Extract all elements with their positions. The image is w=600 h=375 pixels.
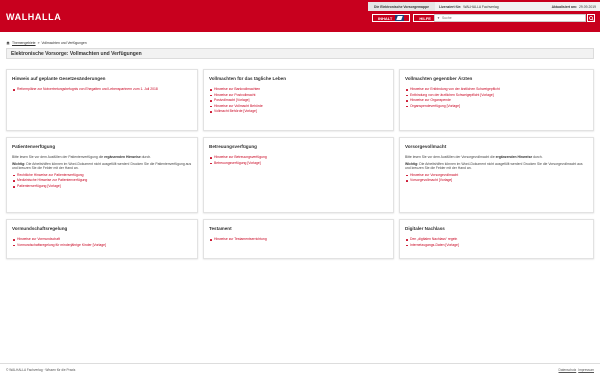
impressum-link[interactable]: Impressum — [578, 368, 594, 372]
update-info: Aktualisiert am: 29.09.2019 — [552, 5, 600, 9]
link[interactable]: Vollmacht Behörde [Vorlage] — [214, 109, 257, 113]
page-title: Elektronische Vorsorge: Vollmachten und … — [6, 48, 594, 59]
list-item[interactable]: Hinweise zur Testamentserrichtung — [209, 237, 388, 243]
link[interactable]: Betreuungsverfügung [Vorlage] — [214, 161, 261, 165]
important-note: Wichtig: Die Arbeitshilfen können im Wor… — [12, 161, 192, 171]
intro-text: Bitte lesen Sie vor dem Ausfüllen der Vo… — [405, 155, 543, 159]
card-title: Vormundschaftsregelung — [12, 226, 68, 231]
search-icon — [588, 15, 594, 21]
link[interactable]: Medizinische Hinweise zur Patientenverfü… — [17, 178, 87, 182]
list-item[interactable]: Internetzugangs-Daten [Vorlage] — [405, 243, 588, 249]
link[interactable]: Postvollmacht [Vorlage] — [214, 98, 249, 102]
link[interactable]: Internetzugangs-Daten [Vorlage] — [410, 243, 459, 247]
update-value: 29.09.2019 — [579, 4, 596, 9]
product-name: Die Elektronische Vorsorgemappe — [368, 2, 435, 11]
footer: © WALHALLA Fachverlag · Wissen für die P… — [0, 363, 600, 375]
card-vollmachten-alltag: Vollmachten für das tägliche Leben Hinwe… — [203, 69, 394, 131]
walhalla-logo[interactable]: WALHALLA — [6, 12, 61, 22]
card-title: Vorsorgevollmacht — [405, 144, 447, 149]
card-vormundschaftsregelung: Vormundschaftsregelung Hinweise zur Vorm… — [6, 219, 198, 259]
breadcrumb: Themengebiete » Vollmachten und Verfügun… — [6, 41, 87, 45]
info-strip: Die Elektronische Vorsorgemappe Lizenzie… — [368, 2, 600, 11]
link-list: Hinweise zur Betreuungsverfügung Betreuu… — [209, 155, 388, 166]
top-header: WALHALLA Die Elektronische Vorsorgemappe… — [0, 0, 600, 32]
link[interactable]: Entbindung von der ärztlichen Schweigepf… — [410, 93, 494, 97]
copyright: © WALHALLA Fachverlag · Wissen für die P… — [6, 368, 76, 372]
breadcrumb-current: Vollmachten und Verfügungen — [41, 41, 87, 45]
link[interactable]: Hinweise zur Organspende — [410, 98, 451, 102]
link-list: Den „digitalen Nachlass“ regeln Internet… — [405, 237, 588, 248]
link[interactable]: Hinweise zur Vorsorgevollmacht — [410, 173, 458, 177]
link[interactable]: Patientenverfügung [Vorlage] — [17, 184, 61, 188]
card-title: Testament — [209, 226, 232, 231]
list-item[interactable]: Betreuungsverfügung [Vorlage] — [209, 161, 388, 167]
card-testament: Testament Hinweise zur Testamentserricht… — [203, 219, 394, 259]
list-item[interactable]: Reformpläne zur Notvertretungsbefugnis v… — [12, 87, 192, 93]
card-title: Vollmachten gegenüber Ärzten — [405, 76, 473, 81]
license-info: Lizenziert für: WALHALLA Fachverlag — [435, 5, 503, 9]
link[interactable]: Organspendeverfügung [Vorlage] — [410, 104, 460, 108]
link[interactable]: Vormundschaftsregelung für minderjährige… — [17, 243, 106, 247]
list-item[interactable]: Vollmacht Behörde [Vorlage] — [209, 109, 388, 115]
search-button[interactable] — [587, 14, 595, 22]
datenschutz-link[interactable]: Datenschutz — [559, 368, 577, 372]
card-title: Hinweis auf geplante Gesetzesänderungen — [12, 76, 106, 81]
link[interactable]: Reformpläne zur Notvertretungsbefugnis v… — [17, 87, 158, 91]
card-patientenverfuegung: Patientenverfügung Bitte lesen Sie vor d… — [6, 137, 198, 213]
hilfe-label: HILFE — [419, 15, 431, 21]
link-list: Hinweise zur Testamentserrichtung — [209, 237, 388, 243]
list-item[interactable]: Patientenverfügung [Vorlage] — [12, 184, 192, 190]
link[interactable]: Vorsorgevollmacht [Vorlage] — [410, 178, 452, 182]
list-item[interactable]: Organspendeverfügung [Vorlage] — [405, 104, 588, 110]
link[interactable]: Den „digitalen Nachlass“ regeln — [410, 237, 457, 241]
link[interactable]: Hinweise zur Betreuungsverfügung — [214, 155, 267, 159]
list-item[interactable]: Vormundschaftsregelung für minderjährige… — [12, 243, 192, 249]
license-value: WALHALLA Fachverlag — [463, 4, 499, 9]
important-note: Wichtig: Die Arbeitshilfen können im Wor… — [405, 161, 583, 171]
footer-links: Datenschutz Impressum — [559, 368, 594, 372]
link[interactable]: Hinweise zur Bankvollmachten — [214, 87, 260, 91]
card-digitaler-nachlass: Digitaler Nachlass Den „digitalen Nachla… — [399, 219, 594, 259]
book-icon — [395, 15, 405, 21]
card-betreuungsverfuegung: Betreuungsverfügung Hinweise zur Betreuu… — [203, 137, 394, 213]
card-title: Digitaler Nachlass — [405, 226, 445, 231]
card-title: Patientenverfügung — [12, 144, 56, 149]
link[interactable]: Hinweise zur Testamentserrichtung — [214, 237, 267, 241]
search-box[interactable]: ▼ — [434, 14, 586, 22]
link-list: Hinweise zur Vorsorgevollmacht Vorsorgev… — [405, 173, 588, 184]
link-list: Rechtliche Hinweise zur Patientenverfügu… — [12, 173, 192, 190]
search-scope-dropdown-icon[interactable]: ▼ — [437, 16, 440, 20]
link[interactable]: Hinweise zur Vormundschaft — [17, 237, 60, 241]
home-icon[interactable] — [6, 41, 10, 45]
inhalt-label: INHALT — [378, 15, 393, 21]
link-list: Hinweise zur Vormundschaft Vormundschaft… — [12, 237, 192, 248]
card-title: Vollmachten für das tägliche Leben — [209, 76, 287, 81]
link-list: Reformpläne zur Notvertretungsbefugnis v… — [12, 87, 192, 93]
link[interactable]: Hinweise zur Vollmacht Behörde — [214, 104, 263, 108]
link-list: Hinweise zur Bankvollmachten Hinweise zu… — [209, 87, 388, 115]
intro-text: Bitte lesen Sie vor dem Ausfüllen der Pa… — [12, 155, 152, 159]
list-item[interactable]: Vorsorgevollmacht [Vorlage] — [405, 178, 588, 184]
breadcrumb-separator: » — [37, 41, 40, 45]
license-label: Lizenziert für: — [438, 4, 462, 9]
link[interactable]: Hinweise zur Postvollmacht — [214, 93, 255, 97]
search-input[interactable] — [441, 16, 572, 20]
update-label: Aktualisiert am: — [551, 4, 578, 9]
link-list: Hinweise zur Entbindung von der ärztlich… — [405, 87, 588, 109]
card-gesetzesaenderungen: Hinweis auf geplante Gesetzesänderungen … — [6, 69, 198, 131]
breadcrumb-link-themengebiete[interactable]: Themengebiete — [12, 41, 36, 45]
card-vollmachten-aerzte: Vollmachten gegenüber Ärzten Hinweise zu… — [399, 69, 594, 131]
link[interactable]: Rechtliche Hinweise zur Patientenverfügu… — [17, 173, 84, 177]
link[interactable]: Hinweise zur Entbindung von der ärztlich… — [410, 87, 500, 91]
card-title: Betreuungsverfügung — [209, 144, 257, 149]
inhalt-button[interactable]: INHALT — [372, 14, 411, 22]
card-vorsorgevollmacht: Vorsorgevollmacht Bitte lesen Sie vor de… — [399, 137, 594, 213]
